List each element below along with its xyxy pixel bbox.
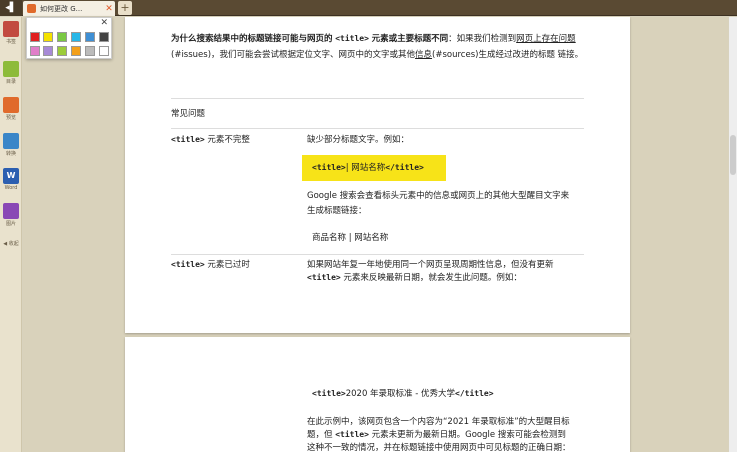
toc-icon bbox=[3, 61, 19, 77]
faq-heading: 常见问题 bbox=[171, 109, 206, 119]
tab-close-icon[interactable]: ✕ bbox=[103, 4, 115, 14]
palette-close-icon[interactable]: ✕ bbox=[100, 18, 108, 28]
color-swatch[interactable] bbox=[85, 32, 95, 42]
hl-code-open: <title> bbox=[312, 163, 346, 172]
sidebar-item-bookmarks[interactable]: 书签 bbox=[0, 21, 22, 45]
intro-text-2: (#issues)，我们可能会尝试根据定位文字、网页中的文字或其他 bbox=[171, 50, 416, 60]
divider bbox=[171, 128, 584, 129]
highlight-code-line: <title>| 网站名称</title> bbox=[312, 160, 424, 176]
sidebar-item-toc[interactable]: 目录 bbox=[0, 61, 22, 85]
row1-code: <title> bbox=[171, 135, 205, 144]
convert-icon bbox=[3, 133, 19, 149]
color-swatch[interactable] bbox=[57, 32, 67, 42]
p2-para2-code: <title> bbox=[335, 430, 369, 439]
intro-code: <title> bbox=[335, 34, 369, 43]
color-swatch[interactable] bbox=[43, 32, 53, 42]
tab-document[interactable]: 如何更改 G... ✕ bbox=[23, 1, 115, 16]
document-icon bbox=[27, 4, 36, 13]
intro-bold-text: 为什么搜索结果中的标题链接可能与网页的 bbox=[171, 34, 333, 44]
intro-paragraph: 为什么搜索结果中的标题链接可能与网页的 <title> 元素或主要标题不同：如果… bbox=[171, 31, 591, 63]
color-swatch[interactable] bbox=[71, 46, 81, 56]
row2-desc-text: 元素来反映最新日期，就会发生此问题。例如： bbox=[343, 273, 522, 283]
sidebar-item-preview[interactable]: 预览 bbox=[0, 97, 22, 121]
row1-example: 商品名称 | 网站名称 bbox=[312, 233, 389, 243]
color-swatch[interactable] bbox=[43, 46, 53, 56]
sidebar-item-image[interactable]: 图片 bbox=[0, 203, 22, 227]
sidebar-label: Word bbox=[4, 185, 18, 191]
row2-desc2: <title> 元素来反映最新日期，就会发生此问题。例如： bbox=[307, 270, 522, 286]
color-swatch[interactable] bbox=[85, 46, 95, 56]
collapse-icon: ◀ 收起 bbox=[3, 241, 19, 247]
highlight-color-palette: ✕ bbox=[26, 17, 112, 59]
sidebar-item-word[interactable]: W Word bbox=[0, 168, 22, 191]
sidebar-label: 预览 bbox=[5, 115, 16, 121]
intro-text-3: (#sources)生成经过改进的标题 bbox=[432, 50, 555, 60]
intro-bold-text-2: 元素或主要标题不同 bbox=[371, 34, 449, 44]
back-button[interactable]: ◂▌ bbox=[0, 0, 22, 16]
p2-code-open: <title> bbox=[312, 389, 346, 398]
new-tab-button[interactable]: + bbox=[118, 1, 132, 15]
sidebar-label: 转换 bbox=[5, 151, 16, 157]
sidebar-label: 目录 bbox=[5, 79, 16, 85]
color-swatch[interactable] bbox=[71, 32, 81, 42]
scrollbar-thumb[interactable] bbox=[730, 135, 736, 175]
color-swatch[interactable] bbox=[57, 46, 67, 56]
color-swatch[interactable] bbox=[30, 46, 40, 56]
row1-para2: 生成标题链接： bbox=[307, 206, 367, 216]
row1-desc: 缺少部分标题文字。例如： bbox=[307, 135, 410, 145]
bookmark-icon bbox=[3, 21, 19, 37]
hl-text: | 网站名称 bbox=[345, 163, 386, 173]
left-sidebar: 书签 目录 预览 转换 W Word 图片 ◀ 收起 bbox=[0, 17, 22, 452]
preview-icon bbox=[3, 97, 19, 113]
issues-link[interactable]: 网页上存在问题 bbox=[516, 34, 576, 44]
row1-label-text: 元素不完整 bbox=[207, 135, 250, 145]
p2-para3: 这种不一致的情况，并在标题链接中使用网页中可见标题的正确日期： bbox=[307, 443, 571, 452]
row2-code: <title> bbox=[171, 260, 205, 269]
vertical-scrollbar[interactable] bbox=[729, 17, 737, 452]
row1-label: <title> 元素不完整 bbox=[171, 132, 250, 148]
p2-code-close: </title> bbox=[455, 389, 494, 398]
p2-title-text: 2020 年录取标准 - 优秀大学 bbox=[345, 389, 456, 399]
hl-code-close: </title> bbox=[385, 163, 424, 172]
tab-title: 如何更改 G... bbox=[40, 4, 83, 13]
sources-link[interactable]: 信息 bbox=[415, 50, 432, 60]
intro-text-4: 链接。 bbox=[557, 50, 584, 60]
row2-label-text: 元素已过时 bbox=[207, 260, 250, 270]
divider bbox=[171, 254, 584, 255]
sidebar-label: 书签 bbox=[5, 39, 16, 45]
color-swatch[interactable] bbox=[30, 32, 40, 42]
intro-text-1: ：如果我们检测到 bbox=[448, 34, 517, 44]
p2-title-line: <title>2020 年录取标准 - 优秀大学</title> bbox=[312, 386, 494, 402]
sidebar-label: 图片 bbox=[5, 221, 16, 227]
color-swatch[interactable] bbox=[99, 46, 109, 56]
sidebar-collapse[interactable]: ◀ 收起 bbox=[0, 239, 22, 247]
row2-desc-code: <title> bbox=[307, 273, 341, 282]
tab-bar: ◂▌ 如何更改 G... ✕ + bbox=[0, 0, 737, 16]
color-swatch[interactable] bbox=[99, 32, 109, 42]
p2-para2-text-b: 元素未更新为最新日期。Google 搜索可能会检测到 bbox=[371, 430, 566, 440]
divider bbox=[171, 98, 584, 99]
row2-label: <title> 元素已过时 bbox=[171, 257, 250, 273]
image-icon bbox=[3, 203, 19, 219]
sidebar-item-convert[interactable]: 转换 bbox=[0, 133, 22, 157]
p2-para2-text-a: 题，但 bbox=[307, 430, 333, 440]
word-icon: W bbox=[3, 168, 19, 184]
row1-para1: Google 搜索会查看标头元素中的信息或网页上的其他大型醒目文字来 bbox=[307, 191, 570, 201]
